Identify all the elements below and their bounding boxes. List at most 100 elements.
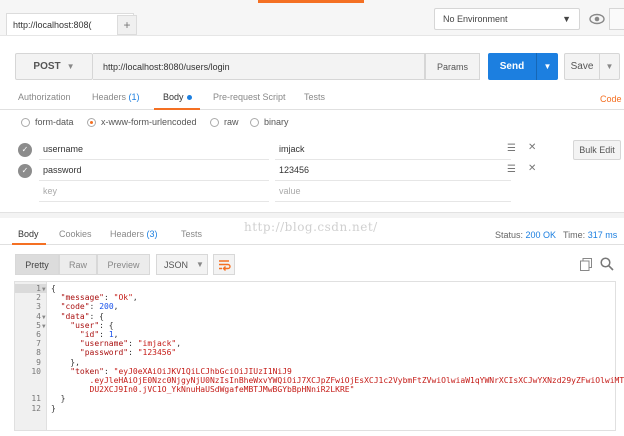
save-button[interactable]: Save ▼ bbox=[564, 53, 620, 80]
headers-count: (1) bbox=[128, 92, 140, 102]
time-readout: Time: 317 ms bbox=[563, 230, 617, 240]
radio-binary[interactable]: binary bbox=[250, 117, 289, 127]
line-number: 1 bbox=[36, 284, 41, 293]
code-line: } bbox=[51, 403, 56, 413]
menu-icon[interactable]: ☰ bbox=[507, 143, 516, 154]
method-label: POST bbox=[33, 61, 61, 72]
chevron-down-icon: ▼ bbox=[66, 62, 75, 71]
send-label: Send bbox=[499, 61, 525, 72]
eye-icon[interactable] bbox=[589, 11, 605, 27]
tab-prerequest-script[interactable]: Pre-request Script bbox=[213, 92, 286, 102]
environment-label: No Environment bbox=[443, 14, 508, 24]
line-number: 10 bbox=[31, 366, 41, 376]
line-number: 12 bbox=[31, 403, 41, 413]
code-line: "token": "eyJ0eXAiOiJKV1QiLCJhbGciOiJIUz… bbox=[70, 366, 292, 376]
code-link[interactable]: Code bbox=[600, 94, 622, 104]
bulk-edit-button[interactable]: Bulk Edit bbox=[573, 140, 621, 160]
tab-tests[interactable]: Tests bbox=[304, 92, 325, 102]
search-icon[interactable] bbox=[600, 257, 614, 271]
code-line: "user": { bbox=[70, 320, 114, 330]
new-tab-button[interactable]: + bbox=[117, 15, 137, 35]
code-line: "code": 200, bbox=[60, 302, 119, 312]
chevron-down-icon[interactable]: ▼ bbox=[599, 54, 619, 79]
response-body-editor[interactable]: 1 ▼{2 "message": "Ok", 3 "code": 200, 4 ▼ "d… bbox=[14, 281, 624, 431]
format-preview-button[interactable]: Preview bbox=[97, 254, 150, 275]
wrap-lines-button[interactable] bbox=[213, 254, 235, 275]
resp-headers-count: (3) bbox=[146, 229, 158, 239]
code-line: "id": 1, bbox=[79, 330, 119, 339]
time-label: Time: bbox=[563, 230, 586, 240]
params-button[interactable]: Params bbox=[425, 53, 480, 80]
close-icon[interactable]: ✕ bbox=[528, 163, 536, 174]
environment-select[interactable]: No Environment ▼ bbox=[434, 8, 580, 30]
code-line: "message": "Ok", bbox=[60, 293, 138, 303]
resp-tab-tests[interactable]: Tests bbox=[181, 229, 202, 239]
code-line: "username": "imjack", bbox=[79, 339, 182, 349]
radio-raw-label: raw bbox=[224, 117, 239, 127]
url-input[interactable]: http://localhost:8080/users/login bbox=[93, 53, 425, 80]
kv-key[interactable]: username bbox=[43, 144, 83, 154]
line-number: 7 bbox=[36, 339, 41, 349]
gear-icon[interactable] bbox=[609, 8, 624, 30]
format-raw-button[interactable]: Raw bbox=[59, 254, 97, 275]
code-line: "data": { bbox=[60, 311, 104, 321]
fold-toggle-icon[interactable]: ▼ bbox=[42, 322, 46, 331]
line-number: 8 bbox=[36, 348, 41, 358]
status-value: 200 OK bbox=[525, 230, 557, 240]
time-value: 317 ms bbox=[587, 230, 618, 240]
tab-headers[interactable]: Headers (1) bbox=[92, 92, 140, 102]
json-format-select[interactable]: JSON ▼ bbox=[156, 254, 208, 275]
radio-raw[interactable]: raw bbox=[210, 117, 239, 127]
format-pretty-button[interactable]: Pretty bbox=[15, 254, 59, 275]
radio-icon bbox=[250, 117, 259, 127]
wrap-icon bbox=[219, 260, 231, 271]
status-readout: Status: 200 OK bbox=[495, 230, 556, 240]
tab-authorization[interactable]: Authorization bbox=[18, 92, 71, 102]
resp-tab-headers[interactable]: Headers (3) bbox=[110, 229, 158, 239]
request-tabs: Authorization Headers (1) Body Pre-reque… bbox=[0, 88, 624, 110]
line-number: 4 bbox=[36, 311, 41, 321]
tab-body[interactable]: Body bbox=[163, 92, 192, 102]
url-value: http://localhost:8080/users/login bbox=[103, 61, 230, 72]
tab-body-label: Body bbox=[163, 92, 184, 102]
code-line: }, bbox=[51, 357, 80, 367]
fold-toggle-icon[interactable]: ▼ bbox=[42, 313, 46, 322]
check-icon[interactable]: ✓ bbox=[18, 143, 32, 157]
menu-icon[interactable]: ☰ bbox=[507, 164, 516, 175]
close-icon[interactable]: ✕ bbox=[528, 142, 536, 153]
resp-tab-body[interactable]: Body bbox=[18, 229, 39, 239]
status-label: Status: bbox=[495, 230, 524, 240]
line-number: 5 bbox=[36, 320, 41, 330]
divider bbox=[39, 201, 269, 202]
radio-selected-icon bbox=[87, 117, 96, 127]
copy-icon[interactable] bbox=[580, 258, 592, 271]
fold-toggle-icon[interactable]: ▼ bbox=[42, 285, 46, 294]
line-number: 11 bbox=[31, 394, 41, 404]
active-tab-indicator bbox=[154, 108, 200, 110]
kv-row: ✓ password 123456 ☰ ✕ bbox=[15, 160, 555, 181]
radio-urlencoded-label: x-www-form-urlencoded bbox=[101, 117, 197, 127]
radio-urlencoded[interactable]: x-www-form-urlencoded bbox=[87, 117, 197, 127]
code-line: "password": "123456" bbox=[79, 348, 177, 358]
json-format-label: JSON bbox=[164, 259, 189, 270]
send-button[interactable]: Send ▼ bbox=[488, 53, 558, 80]
modified-dot-icon bbox=[186, 95, 192, 101]
resp-tab-cookies[interactable]: Cookies bbox=[59, 229, 92, 239]
kv-value-placeholder[interactable]: value bbox=[279, 186, 301, 196]
check-icon[interactable]: ✓ bbox=[18, 164, 32, 178]
tab-headers-label: Headers bbox=[92, 92, 127, 102]
radio-binary-label: binary bbox=[264, 117, 289, 127]
chevron-down-icon[interactable]: ▼ bbox=[536, 53, 558, 80]
line-number: 6 bbox=[36, 330, 41, 339]
top-accent-bar bbox=[258, 0, 364, 3]
method-select[interactable]: POST ▼ bbox=[15, 53, 93, 80]
kv-value[interactable]: imjack bbox=[279, 144, 305, 154]
request-tab[interactable]: http://localhost:808( ✕ bbox=[6, 13, 134, 35]
radio-form-data[interactable]: form-data bbox=[21, 117, 74, 127]
kv-row-new: key value bbox=[15, 181, 555, 202]
divider bbox=[275, 201, 511, 202]
line-number: 3 bbox=[36, 302, 41, 312]
kv-key-placeholder[interactable]: key bbox=[43, 186, 57, 196]
kv-key[interactable]: password bbox=[43, 165, 82, 175]
kv-value[interactable]: 123456 bbox=[279, 165, 309, 175]
